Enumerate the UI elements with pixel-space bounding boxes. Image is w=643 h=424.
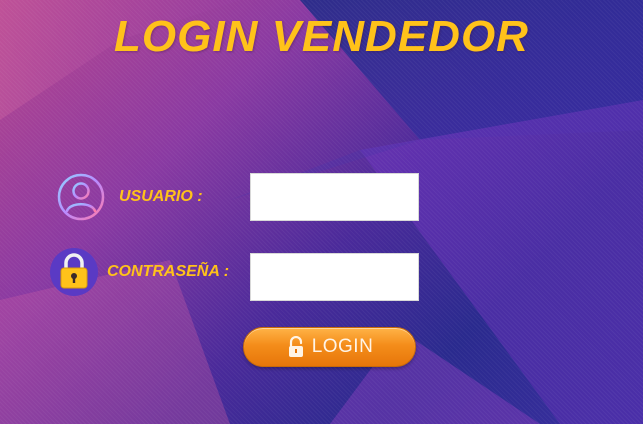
password-input[interactable] [250, 253, 419, 301]
user-icon [57, 173, 105, 221]
password-label: CONTRASEÑA : [107, 263, 230, 280]
unlock-icon [288, 336, 303, 357]
user-label: USUARIO : [119, 188, 203, 205]
login-button-label: LOGIN [311, 336, 374, 357]
page-title: LOGIN VENDEDOR [114, 12, 529, 61]
login-button[interactable]: LOGIN [243, 327, 416, 367]
user-input[interactable] [250, 173, 419, 221]
lock-icon [50, 248, 98, 296]
